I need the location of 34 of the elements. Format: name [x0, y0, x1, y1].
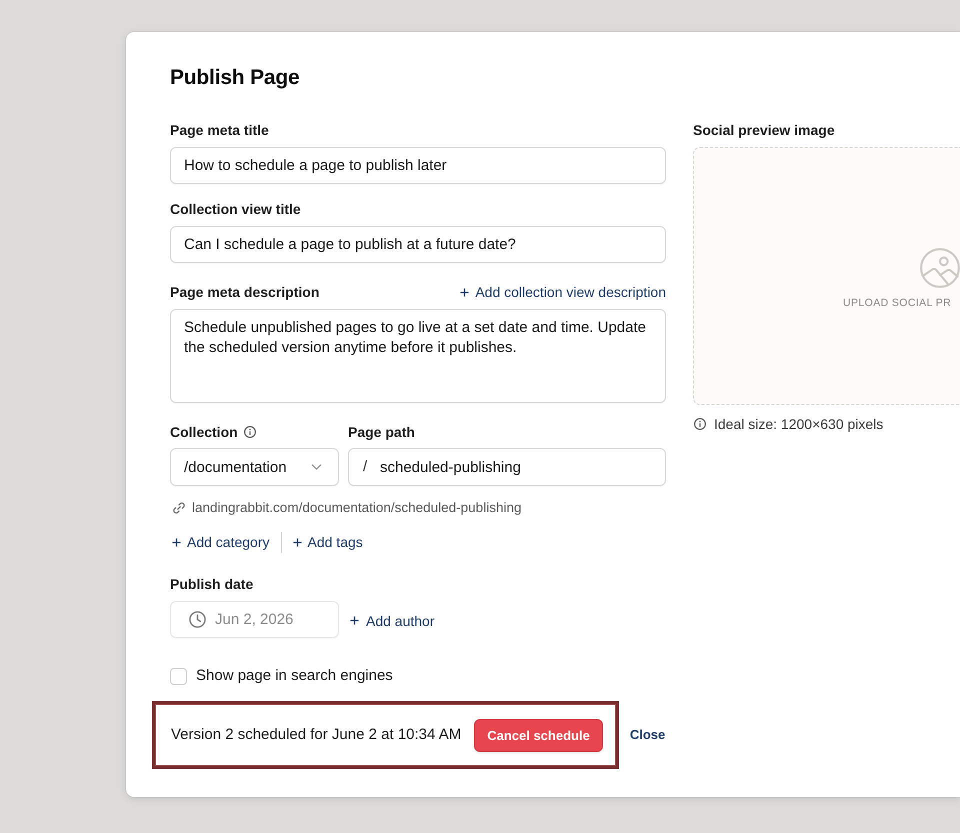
field-label: Page meta description	[170, 283, 320, 302]
add-author-link[interactable]: Add author	[350, 610, 434, 630]
plus-icon	[292, 538, 302, 546]
field-label: Collection view title	[170, 200, 301, 219]
link-icon	[172, 501, 186, 515]
collection-select[interactable]: /documentation	[170, 448, 339, 486]
text-field[interactable]: Can I schedule a page to publish at a future date?	[170, 226, 666, 263]
hint-text: Ideal size: 1200×630 pixels	[714, 415, 884, 434]
checkbox[interactable]	[170, 668, 187, 684]
description-textarea[interactable]: Schedule unpublished pages to go live at a set date and time. Update the scheduled version anytime before it publishes.	[170, 309, 666, 403]
plus-icon	[350, 616, 359, 625]
add-description-link[interactable]: Add collection view description	[460, 282, 666, 302]
info-icon	[694, 418, 706, 430]
add-link[interactable]: Add tags	[292, 532, 363, 552]
cancel-schedule-button[interactable]: Cancel schedule	[474, 718, 603, 752]
info-icon	[244, 426, 256, 438]
add-link[interactable]: Add category	[172, 532, 270, 552]
field-label: Publish date	[170, 575, 254, 594]
field-label: Social preview image	[693, 121, 835, 140]
clock-icon	[189, 611, 206, 628]
field-label: Page path	[348, 423, 415, 442]
close-link[interactable]: Close	[630, 725, 666, 745]
path-prefix-text: /	[363, 457, 368, 477]
plus-icon	[172, 538, 181, 546]
image-icon	[920, 248, 960, 288]
chevron-down-icon	[311, 464, 322, 470]
checkbox-label: Show page in search engines	[196, 666, 393, 686]
plus-icon	[460, 288, 470, 296]
page-url-text: landingrabbit.com/documentation/scheduled-publishing	[192, 499, 522, 517]
field-label: Collection	[170, 423, 238, 442]
schedule-status-text: Version 2 scheduled for June 2 at 10:34 AM	[171, 725, 462, 745]
dialog-title: Publish Page	[170, 66, 300, 90]
text-field[interactable]: How to schedule a page to publish later	[170, 147, 666, 184]
field-label: Page meta title	[170, 121, 269, 140]
